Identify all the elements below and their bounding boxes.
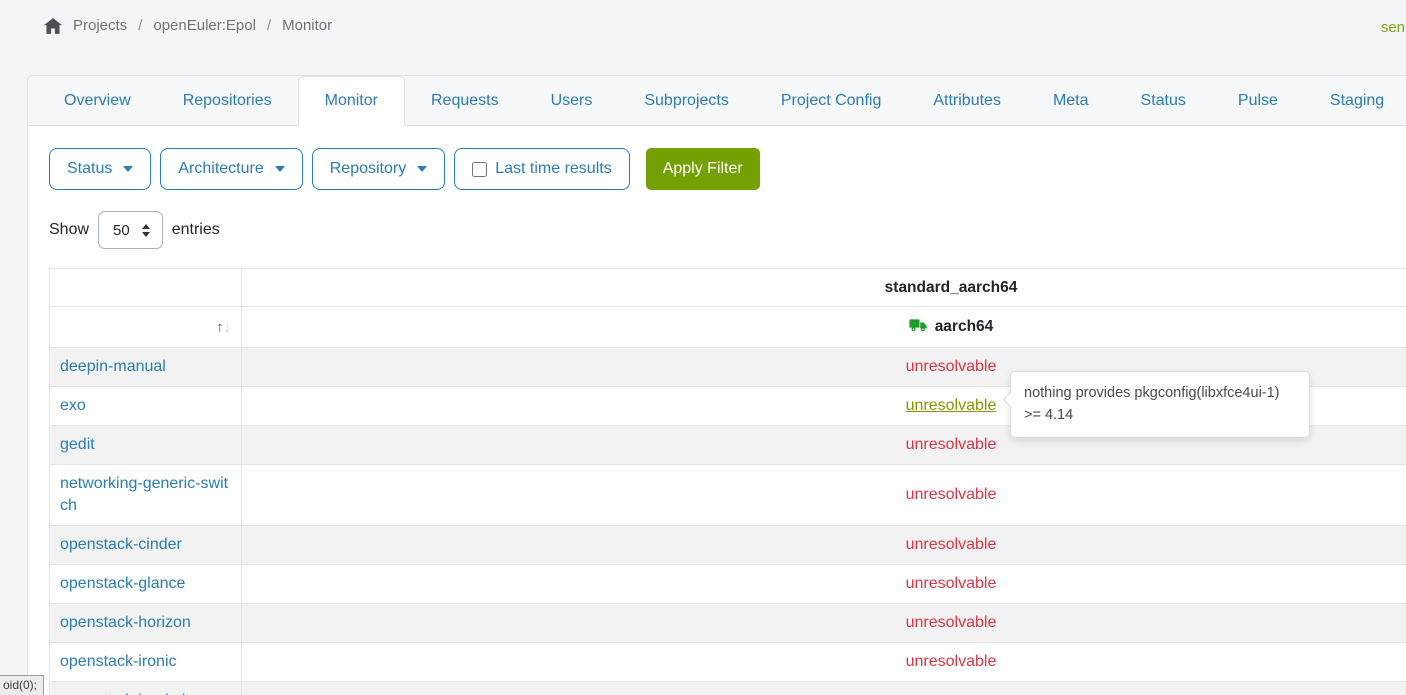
repository-header-row: standard_aarch64 <box>50 269 1406 307</box>
filter-repository-dropdown[interactable]: Repository <box>312 148 445 190</box>
table-row: openstack-ironic-inspectorunresolvable <box>50 682 1406 695</box>
last-time-results-toggle[interactable]: Last time results <box>454 148 629 190</box>
tab-project-config[interactable]: Project Config <box>755 76 908 125</box>
tab-monitor[interactable]: Monitor <box>298 76 405 126</box>
breadcrumb-projects[interactable]: Projects <box>73 17 127 34</box>
filter-status-label: Status <box>67 160 112 178</box>
package-link[interactable]: gedit <box>60 436 95 453</box>
tab-staging[interactable]: Staging <box>1304 76 1406 125</box>
entries-row: Show 50 entries <box>49 211 1406 249</box>
tab-pulse[interactable]: Pulse <box>1212 76 1304 125</box>
status-cell: unresolvable <box>242 565 1406 604</box>
package-cell: networking-generic-switch <box>50 465 242 526</box>
build-error-tooltip: nothing provides pkgconfig(libxfce4ui-1)… <box>1010 371 1310 438</box>
last-time-results-label: Last time results <box>495 160 611 178</box>
package-link[interactable]: networking-generic-switch <box>60 475 228 514</box>
monitor-table: standard_aarch64 ↑↓ <box>49 268 1406 695</box>
filter-row: Status Architecture Repository Last time r… <box>49 148 1406 190</box>
package-link[interactable]: openstack-cinder <box>60 536 182 553</box>
breadcrumb-monitor[interactable]: Monitor <box>282 17 332 34</box>
username-link[interactable]: sen <box>1381 19 1405 36</box>
table-row: openstack-cinder unresolvable <box>50 526 1406 565</box>
filter-architecture-dropdown[interactable]: Architecture <box>160 148 302 190</box>
architecture-header-cell: aarch64 <box>242 307 1406 348</box>
breadcrumb: Projects / openEuler:Epol / Monitor <box>44 17 332 34</box>
package-cell: openstack-horizon <box>50 604 242 643</box>
home-icon[interactable] <box>44 18 62 34</box>
package-cell: gedit <box>50 426 242 465</box>
architecture-header-row: ↑↓ <box>50 307 1406 348</box>
repository-header: standard_aarch64 <box>242 269 1406 307</box>
status-cell: unresolvable <box>242 643 1406 682</box>
filter-status-dropdown[interactable]: Status <box>49 148 151 190</box>
package-cell: openstack-ironic-inspector <box>50 682 242 695</box>
build-status-link[interactable]: unresolvable <box>906 575 997 592</box>
package-cell: openstack-cinder <box>50 526 242 565</box>
build-status-link[interactable]: unresolvable <box>906 653 997 670</box>
table-row: openstack-horizon unresolvable <box>50 604 1406 643</box>
build-status-link[interactable]: unresolvable <box>906 536 997 553</box>
sort-arrows-icon[interactable]: ↑ <box>216 319 224 336</box>
filter-repository-label: Repository <box>330 160 406 178</box>
architecture-header: aarch64 <box>935 318 994 336</box>
tab-status[interactable]: Status <box>1115 76 1212 125</box>
tab-overview[interactable]: Overview <box>38 76 157 125</box>
spinner-icon <box>142 224 150 237</box>
table-row: openstack-glance unresolvable <box>50 565 1406 604</box>
build-status-link[interactable]: unresolvable <box>906 397 997 414</box>
entries-label: entries <box>172 221 220 239</box>
package-link[interactable]: openstack-horizon <box>60 614 191 631</box>
page-size-select[interactable]: 50 <box>98 211 163 249</box>
package-link[interactable]: openstack-glance <box>60 575 185 592</box>
build-status-link[interactable]: unresolvable <box>906 436 997 453</box>
browser-status-bar: oid(0); <box>0 675 44 695</box>
tab-requests[interactable]: Requests <box>405 76 525 125</box>
filter-architecture-label: Architecture <box>178 160 263 178</box>
build-status-link[interactable]: unresolvable <box>906 614 997 631</box>
caret-down-icon <box>417 166 427 172</box>
show-label: Show <box>49 221 89 239</box>
package-link[interactable]: deepin-manual <box>60 358 166 375</box>
breadcrumb-separator: / <box>138 17 142 34</box>
status-cell: unresolvable <box>242 526 1406 565</box>
package-cell: deepin-manual <box>50 348 242 387</box>
package-cell: openstack-ironic <box>50 643 242 682</box>
breadcrumb-separator: / <box>267 17 271 34</box>
table-row: openstack-ironic unresolvable <box>50 643 1406 682</box>
tab-users[interactable]: Users <box>525 76 619 125</box>
apply-filter-button[interactable]: Apply Filter <box>646 148 760 190</box>
tooltip-text: nothing provides pkgconfig(libxfce4ui-1)… <box>1024 382 1296 427</box>
tab-subprojects[interactable]: Subprojects <box>618 76 755 125</box>
status-cell: unresolvable <box>242 604 1406 643</box>
truck-icon <box>909 318 927 337</box>
status-cell: unresolvable <box>242 465 1406 526</box>
package-link[interactable]: exo <box>60 397 86 414</box>
caret-down-icon <box>123 166 133 172</box>
last-time-results-checkbox[interactable] <box>472 162 487 177</box>
tab-repositories[interactable]: Repositories <box>157 76 298 125</box>
page-size-value: 50 <box>113 222 130 239</box>
empty-header-cell <box>50 269 242 307</box>
caret-down-icon <box>275 166 285 172</box>
tab-bar: OverviewRepositoriesMonitorRequestsUsers… <box>28 76 1406 126</box>
sort-control[interactable]: ↑↓ <box>50 307 242 348</box>
package-cell: openstack-glance <box>50 565 242 604</box>
build-status-link[interactable]: unresolvable <box>906 358 997 375</box>
tab-attributes[interactable]: Attributes <box>907 76 1027 125</box>
status-cell: unresolvable <box>242 682 1406 695</box>
tab-meta[interactable]: Meta <box>1027 76 1115 125</box>
breadcrumb-project-name[interactable]: openEuler:Epol <box>153 17 256 34</box>
build-status-link[interactable]: unresolvable <box>906 486 997 503</box>
table-row: networking-generic-switch unresolvable <box>50 465 1406 526</box>
package-link[interactable]: openstack-ironic <box>60 653 177 670</box>
package-cell: exo <box>50 387 242 426</box>
